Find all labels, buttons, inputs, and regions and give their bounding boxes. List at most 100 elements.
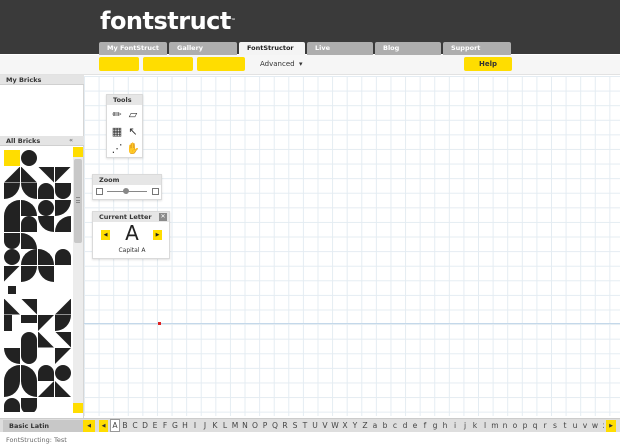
brick-tri2-icon[interactable] bbox=[55, 381, 71, 397]
letter-lower-o[interactable]: o bbox=[510, 419, 520, 433]
brick-ht-icon[interactable] bbox=[21, 216, 37, 232]
letter-upper-k[interactable]: K bbox=[210, 419, 220, 433]
letter-upper-c[interactable]: C bbox=[130, 419, 140, 433]
hand-tool-icon[interactable]: ✋ bbox=[126, 142, 140, 156]
tab-support[interactable]: Support bbox=[443, 42, 511, 55]
letter-lower-v[interactable]: v bbox=[580, 419, 590, 433]
brick-ci-icon[interactable] bbox=[55, 364, 71, 381]
brick-bl-icon[interactable] bbox=[38, 216, 54, 232]
brick-ci-icon[interactable] bbox=[21, 150, 37, 166]
letter-lower-a[interactable]: a bbox=[370, 419, 380, 433]
letter-upper-z[interactable]: Z bbox=[360, 419, 370, 433]
brick-ci-icon[interactable] bbox=[4, 249, 20, 265]
brick-br-icon[interactable] bbox=[21, 265, 37, 282]
brick-tr-icon[interactable] bbox=[21, 364, 37, 381]
toolbar-button-1[interactable] bbox=[99, 57, 139, 71]
brick-tri1-icon[interactable] bbox=[4, 166, 20, 183]
letter-lower-k[interactable]: k bbox=[470, 419, 480, 433]
letter-lower-p[interactable]: p bbox=[520, 419, 530, 433]
select-tool-icon[interactable]: ↖ bbox=[126, 125, 140, 139]
brick-sq-icon[interactable] bbox=[4, 216, 20, 232]
brick-tl-icon[interactable] bbox=[4, 364, 20, 381]
zoom-slider-handle[interactable] bbox=[123, 188, 129, 194]
letter-upper-x[interactable]: X bbox=[340, 419, 350, 433]
letter-upper-e[interactable]: E bbox=[150, 419, 160, 433]
brick-tri2-icon[interactable] bbox=[38, 331, 54, 348]
letter-upper-g[interactable]: G bbox=[170, 419, 180, 433]
brick-tr-icon[interactable] bbox=[21, 232, 37, 249]
brick-scrollbar[interactable] bbox=[73, 147, 83, 413]
letter-lower-q[interactable]: q bbox=[530, 419, 540, 433]
tab-gallery[interactable]: Gallery bbox=[169, 42, 237, 55]
letter-upper-t[interactable]: T bbox=[300, 419, 310, 433]
tools-panel-title[interactable]: Tools bbox=[107, 95, 142, 105]
scroll-thumb[interactable] bbox=[74, 159, 82, 243]
brick-tr-icon[interactable] bbox=[38, 249, 54, 265]
brick-hb-icon[interactable] bbox=[4, 232, 20, 249]
brick-tri3-icon[interactable] bbox=[55, 348, 71, 364]
tab-fontstructor[interactable]: FontStructor bbox=[239, 42, 305, 55]
scroll-up-button[interactable] bbox=[73, 147, 83, 157]
brick-qt-icon[interactable] bbox=[21, 315, 37, 323]
brick-tri3-icon[interactable] bbox=[38, 315, 54, 331]
brick-ht-icon[interactable] bbox=[38, 364, 54, 381]
brick-ht-icon[interactable] bbox=[4, 397, 20, 412]
brick-tl-icon[interactable] bbox=[55, 216, 71, 232]
letter-lower-x[interactable]: x bbox=[600, 419, 604, 433]
letter-upper-f[interactable]: F bbox=[160, 419, 170, 433]
letter-lower-w[interactable]: w bbox=[590, 419, 600, 433]
letter-upper-r[interactable]: R bbox=[280, 419, 290, 433]
brick-br-icon[interactable] bbox=[4, 381, 20, 397]
tab-live[interactable]: Live bbox=[307, 42, 373, 55]
brick-bl-icon[interactable] bbox=[21, 381, 37, 397]
next-letter-button[interactable]: ▶ bbox=[153, 230, 162, 240]
letter-upper-a[interactable]: A bbox=[110, 419, 120, 432]
letter-lower-e[interactable]: e bbox=[410, 419, 420, 433]
brick-tri2-icon[interactable] bbox=[4, 298, 20, 315]
letter-lower-b[interactable]: b bbox=[380, 419, 390, 433]
letter-upper-w[interactable]: W bbox=[330, 419, 340, 433]
help-button[interactable]: Help bbox=[464, 57, 512, 71]
letter-lower-d[interactable]: d bbox=[400, 419, 410, 433]
letter-upper-j[interactable]: J bbox=[200, 419, 210, 433]
brick-tri4-icon[interactable] bbox=[21, 298, 37, 315]
brick-tl-icon[interactable] bbox=[4, 199, 20, 216]
brick-bl-icon[interactable] bbox=[21, 183, 37, 199]
scroll-down-button[interactable] bbox=[73, 403, 83, 413]
charset-select[interactable]: Basic Latin ◀ bbox=[3, 420, 95, 432]
brick-br-icon[interactable] bbox=[55, 199, 71, 216]
letter-lower-h[interactable]: h bbox=[440, 419, 450, 433]
letter-lower-f[interactable]: f bbox=[420, 419, 430, 433]
zoom-panel-title[interactable]: Zoom bbox=[93, 175, 161, 185]
letter-lower-j[interactable]: j bbox=[460, 419, 470, 433]
grid-tool-icon[interactable]: ▦ bbox=[110, 125, 124, 139]
brick-ci-icon[interactable] bbox=[38, 199, 54, 216]
brick-ht-icon[interactable] bbox=[55, 249, 71, 265]
letter-upper-l[interactable]: L bbox=[220, 419, 230, 433]
letter-upper-h[interactable]: H bbox=[180, 419, 190, 433]
collapse-icon[interactable]: « bbox=[69, 136, 73, 146]
brick-hb-icon[interactable] bbox=[55, 183, 71, 199]
fontstruct-logo[interactable]: fontstruct™ bbox=[100, 8, 236, 34]
toolbar-button-2[interactable] bbox=[143, 57, 193, 71]
letter-lower-i[interactable]: i bbox=[450, 419, 460, 433]
letter-upper-v[interactable]: V bbox=[320, 419, 330, 433]
letter-upper-b[interactable]: B bbox=[120, 419, 130, 433]
letter-lower-m[interactable]: m bbox=[490, 419, 500, 433]
brick-tri4-icon[interactable] bbox=[38, 166, 54, 183]
tab-blog[interactable]: Blog bbox=[375, 42, 441, 55]
brick-hb-icon[interactable] bbox=[21, 348, 37, 364]
zoom-out-icon[interactable] bbox=[96, 188, 103, 195]
letter-lower-s[interactable]: s bbox=[550, 419, 560, 433]
letter-upper-n[interactable]: N bbox=[240, 419, 250, 433]
letter-lower-t[interactable]: t bbox=[560, 419, 570, 433]
letter-upper-o[interactable]: O bbox=[250, 419, 260, 433]
letter-lower-l[interactable]: l bbox=[480, 419, 490, 433]
close-icon[interactable]: ✕ bbox=[159, 213, 167, 221]
letter-lower-u[interactable]: u bbox=[570, 419, 580, 433]
letter-lower-r[interactable]: r bbox=[540, 419, 550, 433]
letter-upper-d[interactable]: D bbox=[140, 419, 150, 433]
brick-tr-icon[interactable] bbox=[21, 199, 37, 216]
letter-upper-q[interactable]: Q bbox=[270, 419, 280, 433]
brick-ql-icon[interactable] bbox=[4, 315, 12, 331]
